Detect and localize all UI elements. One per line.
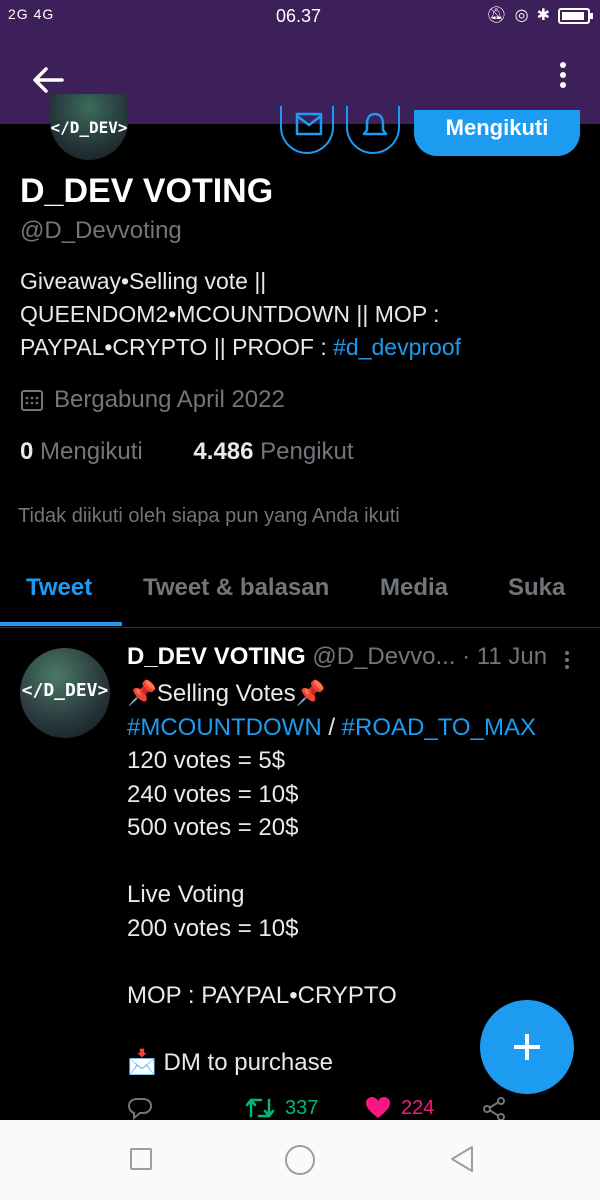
tab-likes[interactable]: Suka [508, 574, 565, 602]
tab-tweet[interactable]: Tweet [26, 574, 92, 602]
retweet-button[interactable]: 337 [245, 1096, 318, 1120]
profile-handle: @D_Devvoting [20, 217, 182, 244]
compose-tweet-button[interactable] [480, 1000, 574, 1094]
mute-icon: 🔕︎ [486, 7, 507, 24]
system-nav-bar [0, 1120, 600, 1200]
following-stat[interactable]: 0 Mengikuti [20, 438, 143, 465]
like-count: 224 [401, 1096, 435, 1119]
profile-name: D_DEV VOTING [20, 172, 274, 210]
network-indicator: 2G 4G [8, 6, 55, 22]
retweet-count: 337 [285, 1096, 319, 1119]
not-followed-notice: Tidak diikuti oleh siapa pun yang Anda i… [18, 505, 400, 527]
status-icons: 🔕︎ ◎ ✱ [486, 6, 593, 26]
tab-tweet-replies[interactable]: Tweet & balasan [143, 574, 329, 602]
status-bar: 2G 4G 06.37 🔕︎ ◎ ✱ [0, 0, 600, 34]
retweet-icon [245, 1098, 275, 1118]
reply-icon [127, 1098, 153, 1120]
follow-stats: 0 Mengikuti 4.486 Pengikut [20, 438, 354, 466]
heart-icon [366, 1097, 390, 1118]
mail-icon [295, 112, 323, 136]
bio-hashtag-link[interactable]: #d_devproof [333, 334, 461, 360]
hashtag-link[interactable]: #ROAD_TO_MAX [342, 714, 536, 741]
tweet-date[interactable]: · 11 Jun [462, 643, 547, 670]
profile-avatar[interactable]: </D_DEV> [50, 94, 128, 160]
profile-tabs: Tweet Tweet & balasan Media Suka [0, 560, 600, 628]
tweet-more-button[interactable] [562, 648, 572, 670]
more-vertical-icon [560, 62, 566, 68]
more-options-button[interactable] [556, 58, 570, 98]
system-back-button[interactable] [448, 1144, 476, 1174]
active-tab-indicator [0, 622, 122, 626]
tweet-actions: 337 224 [127, 1096, 527, 1122]
tweet-avatar[interactable]: </D_DEV> [20, 648, 110, 738]
battery-icon [558, 8, 593, 24]
home-button[interactable] [285, 1145, 315, 1175]
rotation-lock-icon: ◎ [514, 7, 529, 24]
tweet-author-name[interactable]: D_DEV VOTING [127, 643, 306, 670]
hashtag-link[interactable]: #MCOUNTDOWN [127, 714, 322, 741]
message-button[interactable] [280, 106, 334, 154]
tab-media[interactable]: Media [380, 574, 448, 602]
share-icon [483, 1097, 505, 1121]
bell-icon [362, 112, 388, 136]
status-time: 06.37 [276, 6, 322, 26]
tweet-author-handle: @D_Devvo... [312, 643, 456, 670]
like-button[interactable]: 224 [365, 1096, 434, 1120]
bluetooth-icon: ✱ [536, 7, 550, 24]
tweet-header: D_DEV VOTING @D_Devvo... · 11 Jun [127, 643, 557, 671]
calendar-icon [21, 390, 43, 411]
followers-stat[interactable]: 4.486 Pengikut [193, 438, 353, 465]
reply-button[interactable] [127, 1096, 153, 1120]
notifications-button[interactable] [346, 106, 400, 154]
following-button[interactable]: Mengikuti [414, 110, 580, 156]
recent-apps-button[interactable] [130, 1148, 152, 1170]
profile-bio: Giveaway•Selling vote || QUEENDOM2•MCOUN… [20, 268, 462, 360]
more-vertical-icon [565, 651, 569, 655]
share-button[interactable] [481, 1096, 507, 1122]
join-date: Bergabung April 2022 [20, 386, 285, 414]
